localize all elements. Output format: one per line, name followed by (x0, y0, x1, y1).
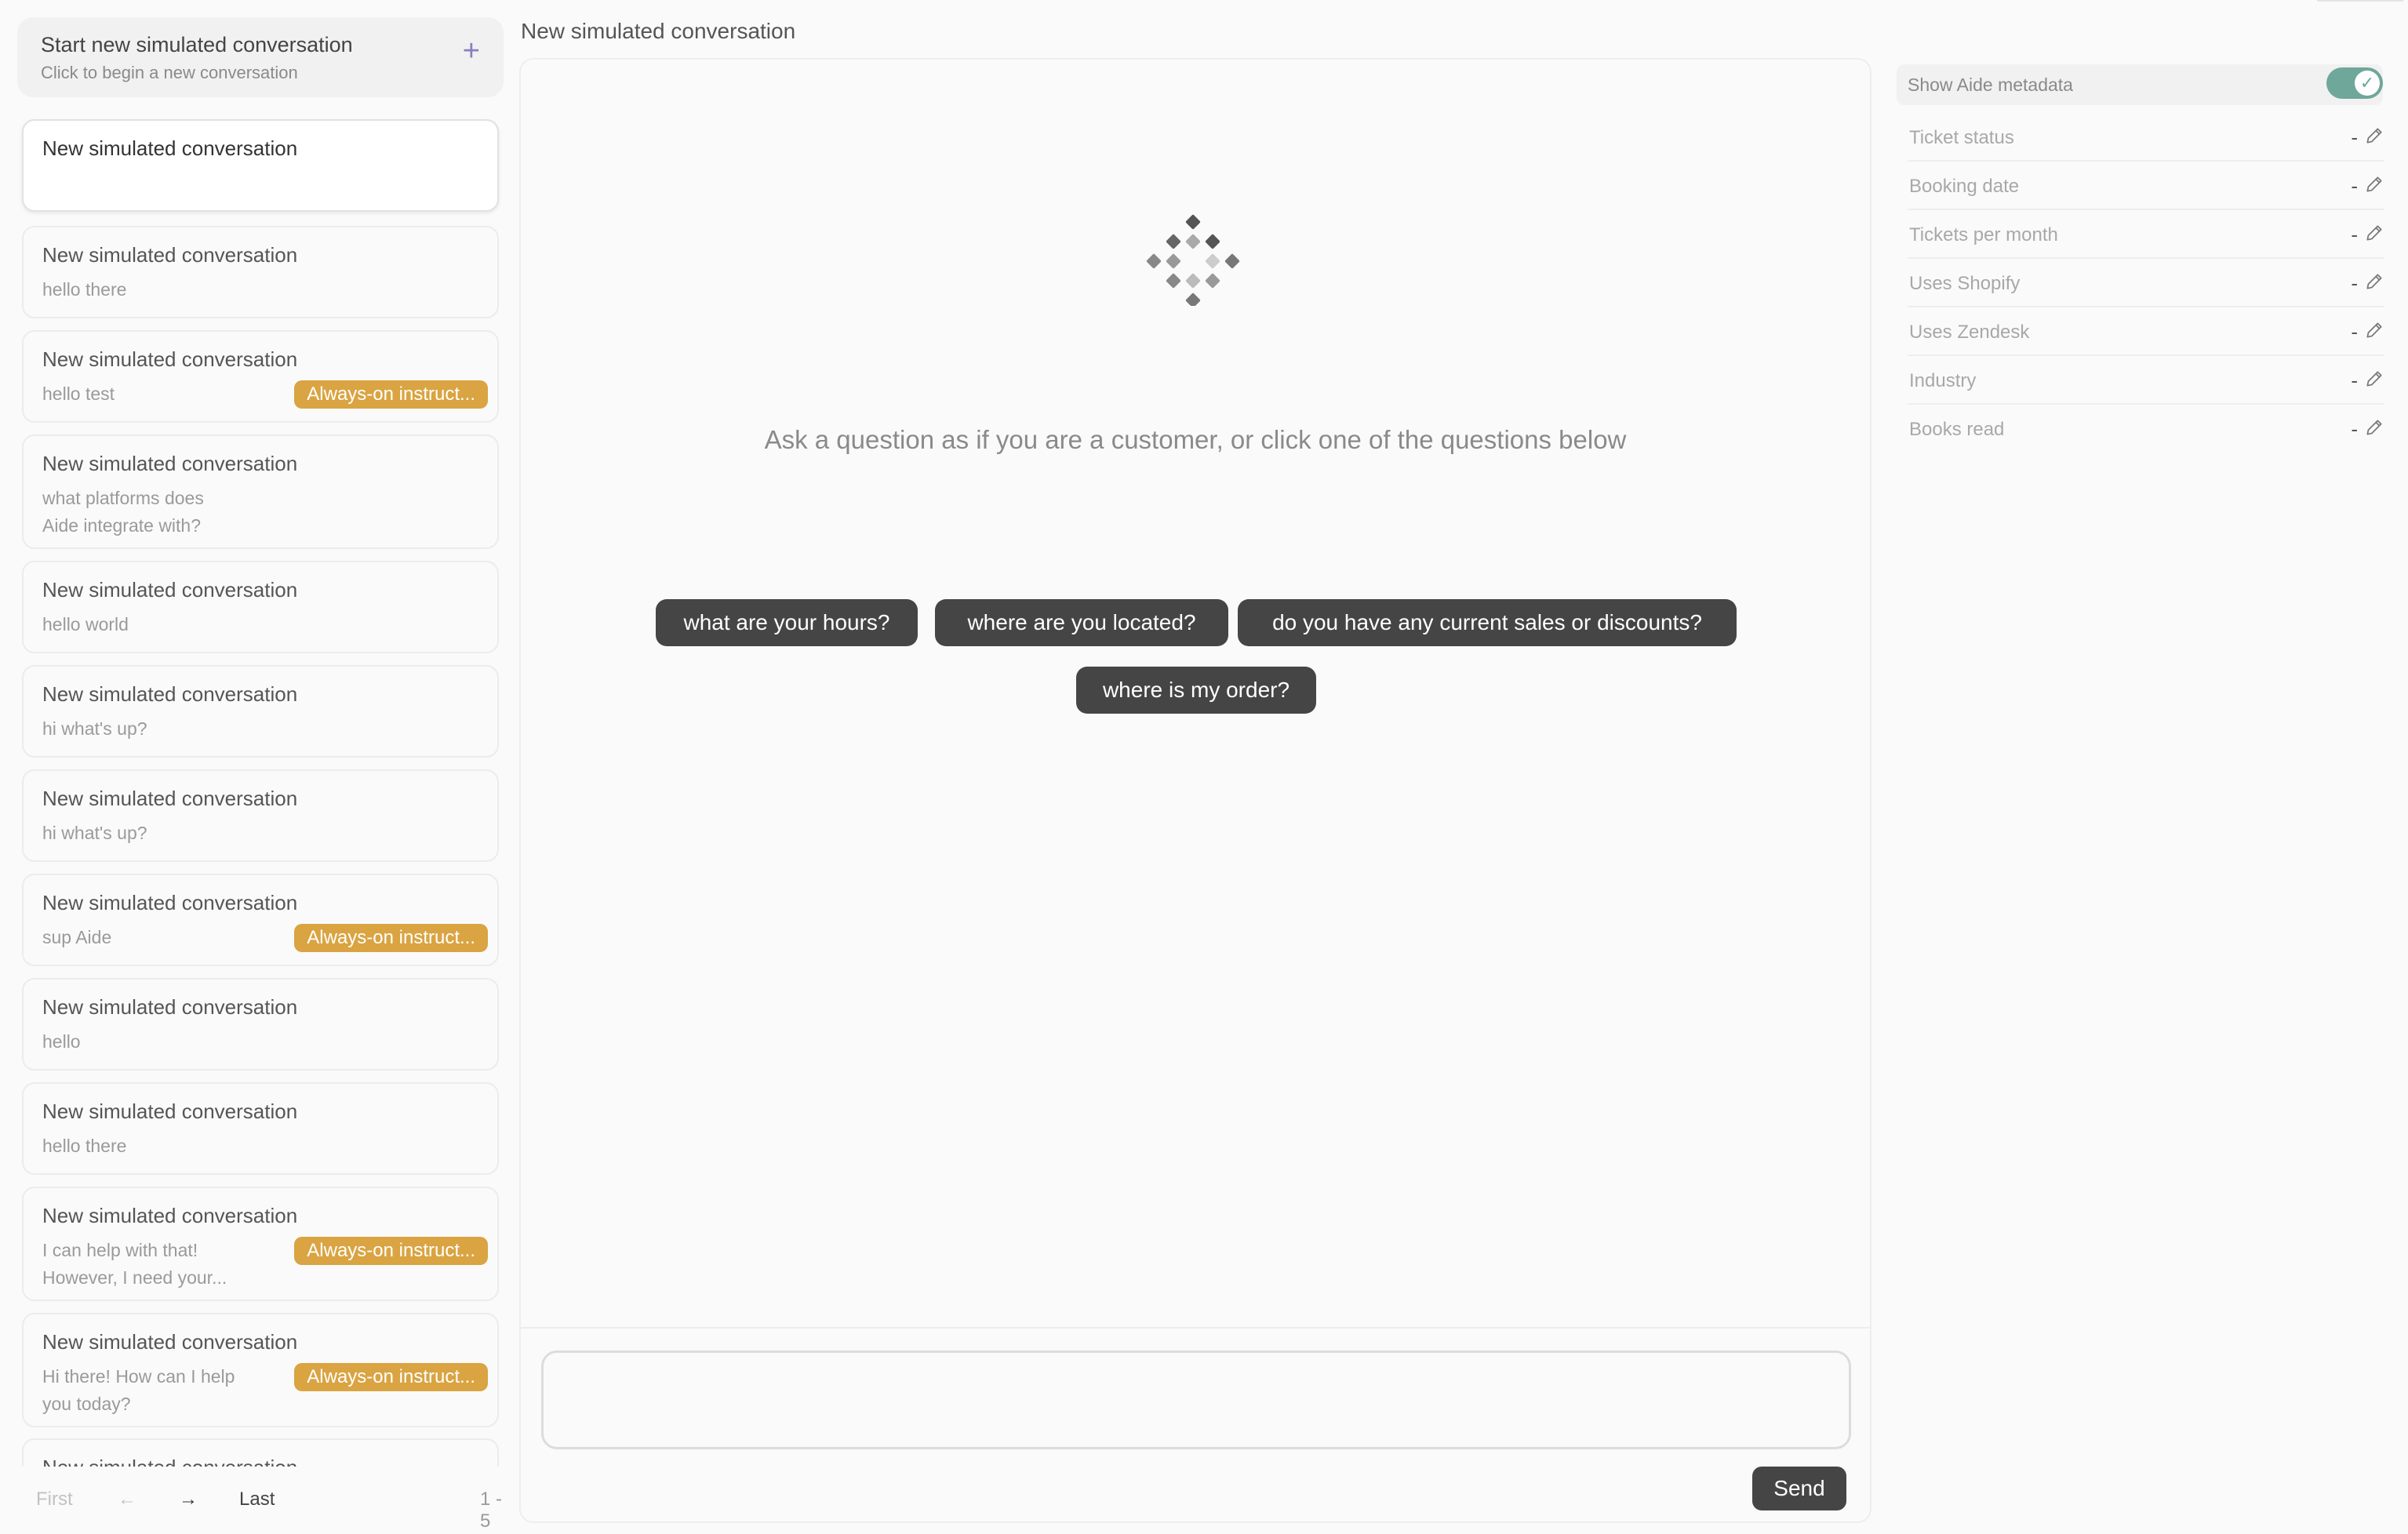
metadata-row-booking-date: Booking date - (1908, 162, 2384, 210)
conversation-item-active[interactable]: New simulated conversation (22, 119, 499, 212)
check-icon: ✓ (2355, 71, 2380, 96)
conversation-title: New simulated conversation (42, 243, 298, 267)
metadata-key: Industry (1909, 370, 1977, 391)
metadata-key: Tickets per month (1909, 224, 2058, 245)
metadata-key: Booking date (1909, 176, 2020, 197)
suggestion-chip-sales[interactable]: do you have any current sales or discoun… (1238, 599, 1737, 646)
message-input[interactable] (541, 1350, 1851, 1449)
arrow-left-icon[interactable]: ← (118, 1489, 136, 1510)
always-on-instruction-badge: Always-on instruct... (294, 380, 488, 409)
page-title: New simulated conversation (521, 19, 796, 43)
empty-state-prompt: Ask a question as if you are a customer,… (764, 425, 1627, 454)
metadata-row-uses-zendesk: Uses Zendesk - (1908, 307, 2384, 356)
conversation-title: New simulated conversation (42, 891, 298, 914)
conversation-title: New simulated conversation (42, 452, 298, 475)
metadata-toggle-switch[interactable]: ✓ (2326, 67, 2383, 99)
metadata-value: - (2351, 125, 2358, 149)
suggestion-chip-hours[interactable]: what are your hours? (656, 599, 918, 646)
conversation-preview: hi what's up? (42, 718, 147, 739)
metadata-value: - (2351, 174, 2358, 198)
metadata-key: Ticket status (1909, 127, 2014, 148)
suggestion-chip-location[interactable]: where are you located? (935, 599, 1228, 646)
conversation-item[interactable]: New simulated conversation hello there (22, 226, 499, 318)
pencil-icon[interactable] (2364, 174, 2384, 194)
conversation-preview: hello there (42, 1136, 127, 1156)
send-button[interactable]: Send (1752, 1467, 1846, 1510)
metadata-key: Books read (1909, 419, 2005, 440)
conversation-title: New simulated conversation (42, 578, 298, 602)
conversation-preview: hello there (42, 279, 127, 300)
conversation-item[interactable]: New simulated conversation hello there (22, 1082, 499, 1175)
pagination-last-button[interactable]: Last (239, 1489, 275, 1510)
pagination-bar: First ← → Last 1 - 5 (0, 1467, 518, 1534)
metadata-row-tickets-per-month: Tickets per month - (1908, 210, 2384, 259)
metadata-value: - (2351, 417, 2358, 441)
pagination-range: 1 - 5 (480, 1489, 503, 1532)
pencil-icon[interactable] (2364, 417, 2384, 438)
suggestion-chip-order[interactable]: where is my order? (1076, 667, 1316, 714)
metadata-row-books-read: Books read - (1908, 405, 2384, 453)
conversation-preview: sup Aide (42, 927, 112, 947)
conversation-title: New simulated conversation (42, 136, 298, 160)
conversation-item[interactable]: New simulated conversation Hi there! How… (22, 1313, 499, 1427)
composer-divider (521, 1327, 1870, 1329)
metadata-toggle-bar: Show Aide metadata ✓ (1897, 64, 2383, 105)
pagination-first-button[interactable]: First (36, 1489, 73, 1510)
conversation-preview: hello (42, 1031, 81, 1052)
conversation-preview: hello test (42, 384, 115, 404)
app-root: Start new simulated conversation Click t… (0, 0, 2408, 1534)
top-divider (2317, 0, 2403, 2)
metadata-key: Uses Zendesk (1909, 322, 2030, 343)
conversation-title: New simulated conversation (42, 682, 298, 706)
aide-logo-icon (1146, 214, 1240, 306)
pencil-icon[interactable] (2364, 271, 2384, 292)
arrow-right-icon[interactable]: → (179, 1489, 198, 1510)
metadata-value: - (2351, 369, 2358, 392)
start-new-conversation-button[interactable]: Start new simulated conversation Click t… (17, 17, 504, 97)
conversation-item[interactable]: New simulated conversation hello world (22, 561, 499, 653)
conversation-item[interactable]: New simulated conversation hi what's up? (22, 665, 499, 758)
conversation-title: New simulated conversation (42, 1330, 298, 1354)
pencil-icon[interactable] (2364, 125, 2384, 146)
pencil-icon[interactable] (2364, 223, 2384, 243)
pencil-icon[interactable] (2364, 320, 2384, 340)
conversation-preview: hi what's up? (42, 823, 147, 843)
pencil-icon[interactable] (2364, 369, 2384, 389)
metadata-value: - (2351, 320, 2358, 344)
conversation-preview: Hi there! How can I help you today? (42, 1366, 235, 1414)
conversation-item[interactable]: New simulated conversation hi what's up? (22, 769, 499, 862)
conversation-sidebar: Start new simulated conversation Click t… (0, 0, 518, 1534)
conversation-item[interactable]: New simulated conversation hello test Al… (22, 330, 499, 423)
metadata-row-uses-shopify: Uses Shopify - (1908, 259, 2384, 307)
conversation-preview: what platforms does Aide integrate with? (42, 488, 204, 536)
conversation-preview: I can help with that! However, I need yo… (42, 1240, 227, 1288)
always-on-instruction-badge: Always-on instruct... (294, 1237, 488, 1265)
conversation-title: New simulated conversation (42, 347, 298, 371)
conversation-preview: hello world (42, 614, 129, 634)
start-new-conversation-subtitle: Click to begin a new conversation (41, 63, 298, 82)
conversation-item[interactable]: New simulated conversation what platform… (22, 434, 499, 549)
conversation-title: New simulated conversation (42, 995, 298, 1019)
conversation-title: New simulated conversation (42, 1100, 298, 1123)
start-new-conversation-title: Start new simulated conversation (41, 33, 353, 56)
metadata-row-industry: Industry - (1908, 356, 2384, 405)
always-on-instruction-badge: Always-on instruct... (294, 1363, 488, 1391)
conversation-item[interactable]: New simulated conversation hello (22, 978, 499, 1071)
conversation-item[interactable]: New simulated conversation sup Aide Alwa… (22, 874, 499, 966)
metadata-row-ticket-status: Ticket status - (1908, 113, 2384, 162)
metadata-toggle-label: Show Aide metadata (1908, 75, 2073, 95)
chat-panel: Ask a question as if you are a customer,… (519, 58, 1871, 1523)
metadata-key: Uses Shopify (1909, 273, 2021, 294)
always-on-instruction-badge: Always-on instruct... (294, 924, 488, 952)
metadata-value: - (2351, 223, 2358, 246)
conversation-title: New simulated conversation (42, 1204, 298, 1227)
plus-icon: + (462, 35, 480, 67)
conversation-title: New simulated conversation (42, 787, 298, 810)
metadata-value: - (2351, 271, 2358, 295)
conversation-item[interactable]: New simulated conversation I can help wi… (22, 1187, 499, 1301)
